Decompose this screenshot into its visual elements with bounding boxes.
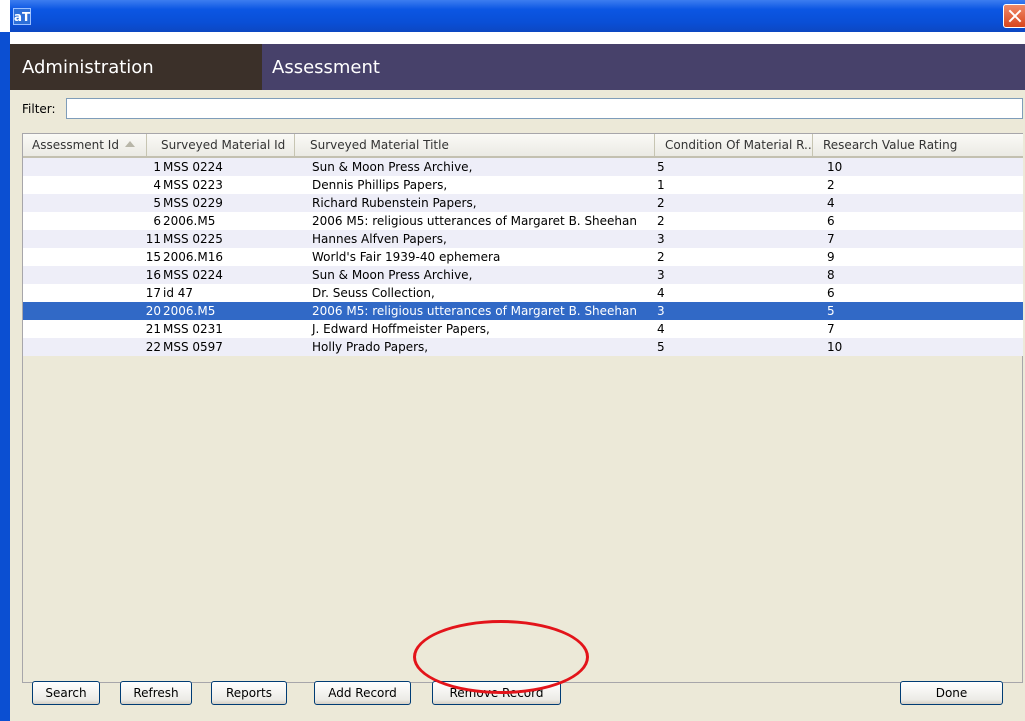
cell-surveyed-material-id: 2006.M5 bbox=[163, 304, 216, 318]
cell-condition-rating: 3 bbox=[657, 304, 665, 318]
table-row[interactable]: 1 MSS 0224 Sun & Moon Press Archive, 5 10 bbox=[23, 158, 1023, 176]
column-header-assessment-id[interactable]: Assessment Id bbox=[23, 134, 147, 156]
remove-record-button[interactable]: Remove Record bbox=[432, 681, 561, 705]
table-row[interactable]: 20 2006.M5 2006 M5: religious utterances o… bbox=[23, 302, 1023, 320]
cell-surveyed-material-title: Richard Rubenstein Papers, bbox=[312, 196, 477, 210]
column-header-condition-of-material[interactable]: Condition Of Material R... bbox=[655, 134, 813, 156]
module-header: Administration Assessment bbox=[10, 44, 1025, 90]
cell-research-value-rating: 4 bbox=[827, 196, 835, 210]
cell-assessment-id: 1 bbox=[153, 160, 161, 174]
desktop-edge bbox=[0, 0, 10, 32]
cell-research-value-rating: 6 bbox=[827, 286, 835, 300]
cell-surveyed-material-id: MSS 0224 bbox=[163, 268, 223, 282]
assessment-table: Assessment Id Surveyed Material Id Surve… bbox=[22, 133, 1023, 683]
title-bar[interactable]: aT bbox=[10, 0, 1025, 32]
cell-assessment-id: 20 bbox=[145, 304, 161, 318]
cell-assessment-id: 6 bbox=[153, 214, 161, 228]
cell-research-value-rating: 7 bbox=[827, 232, 835, 246]
search-button[interactable]: Search bbox=[32, 681, 100, 705]
column-header-research-value-rating[interactable]: Research Value Rating bbox=[813, 134, 1023, 156]
cell-condition-rating: 2 bbox=[657, 214, 665, 228]
cell-research-value-rating: 2 bbox=[827, 178, 835, 192]
cell-assessment-id: 5 bbox=[153, 196, 161, 210]
cell-condition-rating: 3 bbox=[657, 268, 665, 282]
cell-research-value-rating: 9 bbox=[827, 250, 835, 264]
filter-input[interactable] bbox=[66, 98, 1023, 119]
cell-surveyed-material-title: 2006 M5: religious utterances of Margare… bbox=[312, 304, 637, 318]
cell-research-value-rating: 10 bbox=[827, 340, 843, 354]
column-header-surveyed-material-title[interactable]: Surveyed Material Title bbox=[295, 134, 655, 156]
application-window: aT Administration Assessment Filter: Ass… bbox=[0, 0, 1025, 721]
cell-surveyed-material-id: 2006.M5 bbox=[163, 214, 216, 228]
cell-surveyed-material-id: MSS 0231 bbox=[163, 322, 223, 336]
close-icon[interactable] bbox=[1003, 4, 1025, 28]
cell-surveyed-material-id: 2006.M16 bbox=[163, 250, 223, 264]
table-row[interactable]: 6 2006.M5 2006 M5: religious utterances of… bbox=[23, 212, 1023, 230]
cell-condition-rating: 2 bbox=[657, 250, 665, 264]
cell-surveyed-material-id: MSS 0597 bbox=[163, 340, 223, 354]
filter-label: Filter: bbox=[22, 102, 56, 116]
table-row[interactable]: 5 MSS 0229 Richard Rubenstein Papers, 2 4 bbox=[23, 194, 1023, 212]
cell-assessment-id: 11 bbox=[145, 232, 161, 246]
cell-surveyed-material-id: MSS 0224 bbox=[163, 160, 223, 174]
cell-surveyed-material-title: World's Fair 1939-40 ephemera bbox=[312, 250, 501, 264]
table-header: Assessment Id Surveyed Material Id Surve… bbox=[23, 134, 1023, 158]
table-row[interactable]: 21 MSS 0231 J. Edward Hoffmeister Papers, 4… bbox=[23, 320, 1023, 338]
cell-research-value-rating: 10 bbox=[827, 160, 843, 174]
cell-condition-rating: 4 bbox=[657, 286, 665, 300]
cell-surveyed-material-id: id 47 bbox=[163, 286, 194, 300]
cell-surveyed-material-title: 2006 M5: religious utterances of Margare… bbox=[312, 214, 637, 228]
column-header-label: Assessment Id bbox=[32, 138, 119, 152]
cell-surveyed-material-id: MSS 0223 bbox=[163, 178, 223, 192]
app-icon: aT bbox=[13, 8, 31, 25]
tab-administration[interactable]: Administration bbox=[10, 44, 262, 90]
cell-surveyed-material-id: MSS 0229 bbox=[163, 196, 223, 210]
cell-assessment-id: 22 bbox=[145, 340, 161, 354]
add-record-button[interactable]: Add Record bbox=[314, 681, 411, 705]
reports-button[interactable]: Reports bbox=[211, 681, 287, 705]
cell-surveyed-material-title: Sun & Moon Press Archive, bbox=[312, 160, 473, 174]
cell-research-value-rating: 5 bbox=[827, 304, 835, 318]
column-header-surveyed-material-id[interactable]: Surveyed Material Id bbox=[147, 134, 295, 156]
cell-assessment-id: 21 bbox=[145, 322, 161, 336]
table-row[interactable]: 4 MSS 0223 Dennis Phillips Papers, 1 2 bbox=[23, 176, 1023, 194]
cell-research-value-rating: 7 bbox=[827, 322, 835, 336]
cell-condition-rating: 5 bbox=[657, 160, 665, 174]
cell-condition-rating: 2 bbox=[657, 196, 665, 210]
cell-surveyed-material-title: Hannes Alfven Papers, bbox=[312, 232, 447, 246]
cell-condition-rating: 5 bbox=[657, 340, 665, 354]
cell-assessment-id: 17 bbox=[145, 286, 161, 300]
done-button[interactable]: Done bbox=[900, 681, 1003, 705]
cell-condition-rating: 4 bbox=[657, 322, 665, 336]
cell-condition-rating: 3 bbox=[657, 232, 665, 246]
cell-surveyed-material-title: J. Edward Hoffmeister Papers, bbox=[312, 322, 490, 336]
cell-research-value-rating: 6 bbox=[827, 214, 835, 228]
cell-assessment-id: 16 bbox=[145, 268, 161, 282]
cell-surveyed-material-title: Sun & Moon Press Archive, bbox=[312, 268, 473, 282]
table-row[interactable]: 16 MSS 0224 Sun & Moon Press Archive, 3 8 bbox=[23, 266, 1023, 284]
cell-surveyed-material-title: Dr. Seuss Collection, bbox=[312, 286, 435, 300]
table-body: 1 MSS 0224 Sun & Moon Press Archive, 5 10 4 MS… bbox=[23, 158, 1023, 356]
table-row[interactable]: 22 MSS 0597 Holly Prado Papers, 5 10 bbox=[23, 338, 1023, 356]
table-row[interactable]: 11 MSS 0225 Hannes Alfven Papers, 3 7 bbox=[23, 230, 1023, 248]
window-frame-left bbox=[0, 32, 10, 721]
refresh-button[interactable]: Refresh bbox=[120, 681, 192, 705]
cell-research-value-rating: 8 bbox=[827, 268, 835, 282]
main-panel: Filter: Assessment Id Surveyed Material … bbox=[10, 90, 1025, 721]
cell-assessment-id: 4 bbox=[153, 178, 161, 192]
table-row[interactable]: 15 2006.M16 World's Fair 1939-40 ephemera 2… bbox=[23, 248, 1023, 266]
cell-assessment-id: 15 bbox=[145, 250, 161, 264]
cell-condition-rating: 1 bbox=[657, 178, 665, 192]
cell-surveyed-material-title: Dennis Phillips Papers, bbox=[312, 178, 448, 192]
tab-assessment[interactable]: Assessment bbox=[262, 44, 562, 90]
cell-surveyed-material-title: Holly Prado Papers, bbox=[312, 340, 429, 354]
sort-ascending-icon bbox=[124, 140, 135, 147]
cell-surveyed-material-id: MSS 0225 bbox=[163, 232, 223, 246]
table-row[interactable]: 17 id 47 Dr. Seuss Collection, 4 6 bbox=[23, 284, 1023, 302]
